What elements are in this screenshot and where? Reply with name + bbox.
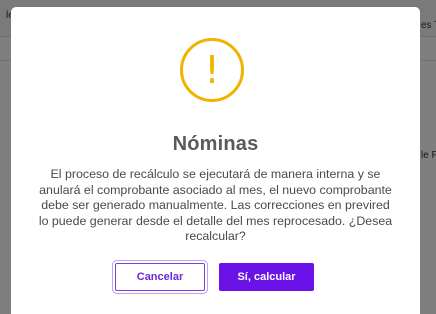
dialog-title: Nóminas [172, 133, 259, 155]
cancel-button[interactable]: Cancelar [115, 263, 205, 291]
confirmation-dialog: ! Nóminas El proceso de recálculo se eje… [11, 7, 420, 314]
exclamation-icon: ! [180, 38, 244, 102]
dialog-message: El proceso de recálculo se ejecutará de … [38, 167, 393, 244]
confirm-recalculate-button[interactable]: Sí, calcular [219, 263, 314, 291]
